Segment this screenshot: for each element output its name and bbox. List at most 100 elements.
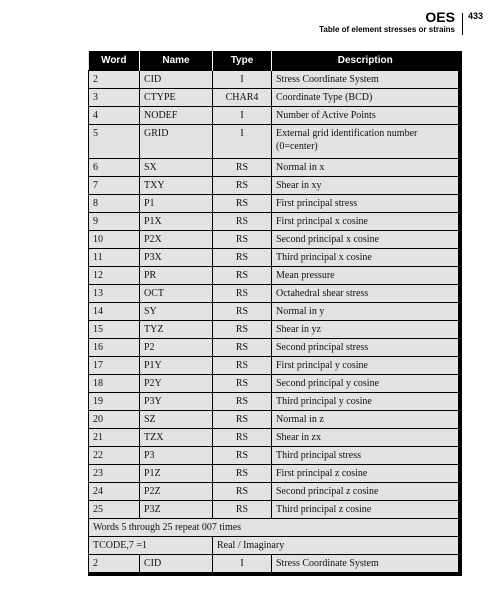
cell-word: 22 bbox=[88, 446, 140, 465]
cell-word: 17 bbox=[88, 356, 140, 375]
cell-description: Second principal x cosine bbox=[271, 230, 459, 249]
cell-word: 21 bbox=[88, 428, 140, 447]
cell-word: 3 bbox=[88, 88, 140, 107]
cell-type: I bbox=[212, 554, 272, 573]
cell-name: PR bbox=[139, 266, 213, 285]
cell-description: Mean pressure bbox=[271, 266, 459, 285]
cell-name: CID bbox=[139, 70, 213, 89]
cell-word: 8 bbox=[88, 194, 140, 213]
cell-description: Third principal z cosine bbox=[271, 500, 459, 519]
cell-word: 9 bbox=[88, 212, 140, 231]
cell-type: RS bbox=[212, 320, 272, 339]
table-row: 18 P2Y RS Second principal y cosine bbox=[88, 374, 459, 393]
column-header-name: Name bbox=[139, 51, 213, 71]
table-row: 16 P2 RS Second principal stress bbox=[88, 338, 459, 357]
cell-type: RS bbox=[212, 374, 272, 393]
table-header-row: Word Name Type Description bbox=[88, 51, 459, 71]
cell-word: 7 bbox=[88, 176, 140, 195]
cell-name: P2Z bbox=[139, 482, 213, 501]
cell-type: RS bbox=[212, 410, 272, 429]
table-row: 7 TXY RS Shear in xy bbox=[88, 176, 459, 195]
cell-description: Third principal stress bbox=[271, 446, 459, 465]
table-row: 12 PR RS Mean pressure bbox=[88, 266, 459, 285]
cell-word: 5 bbox=[88, 124, 140, 159]
table-row: 10 P2X RS Second principal x cosine bbox=[88, 230, 459, 249]
cell-name: P3Z bbox=[139, 500, 213, 519]
cell-word: 23 bbox=[88, 464, 140, 483]
tcode-value: Real / Imaginary bbox=[212, 536, 459, 555]
cell-type: RS bbox=[212, 500, 272, 519]
cell-type: RS bbox=[212, 428, 272, 447]
cell-word: 14 bbox=[88, 302, 140, 321]
cell-name: P2Y bbox=[139, 374, 213, 393]
header-divider bbox=[462, 13, 463, 35]
table-row: 2 CID I Stress Coordinate System bbox=[88, 70, 459, 89]
cell-type: I bbox=[212, 106, 272, 125]
cell-description: First principal x cosine bbox=[271, 212, 459, 231]
cell-description: Third principal x cosine bbox=[271, 248, 459, 267]
cell-name: P3X bbox=[139, 248, 213, 267]
cell-type: CHAR4 bbox=[212, 88, 272, 107]
column-header-word: Word bbox=[88, 51, 140, 71]
cell-type: RS bbox=[212, 230, 272, 249]
cell-name: P1X bbox=[139, 212, 213, 231]
cell-type: RS bbox=[212, 356, 272, 375]
table-row: 20 SZ RS Normal in z bbox=[88, 410, 459, 429]
cell-type: RS bbox=[212, 392, 272, 411]
table-row: 8 P1 RS First principal stress bbox=[88, 194, 459, 213]
cell-name: P1Y bbox=[139, 356, 213, 375]
repeat-note: Words 5 through 25 repeat 007 times bbox=[88, 518, 459, 537]
table-row: 17 P1Y RS First principal y cosine bbox=[88, 356, 459, 375]
table-row: 6 SX RS Normal in x bbox=[88, 158, 459, 177]
cell-name: CID bbox=[139, 554, 213, 573]
cell-name: SZ bbox=[139, 410, 213, 429]
cell-type: RS bbox=[212, 248, 272, 267]
cell-type: RS bbox=[212, 266, 272, 285]
cell-description: First principal y cosine bbox=[271, 356, 459, 375]
data-block-table: Word Name Type Description 2 CID I Stress C… bbox=[88, 51, 462, 576]
cell-description: First principal stress bbox=[271, 194, 459, 213]
cell-type: RS bbox=[212, 446, 272, 465]
cell-description: Number of Active Points bbox=[271, 106, 459, 125]
cell-description: Normal in y bbox=[271, 302, 459, 321]
table-row: 14 SY RS Normal in y bbox=[88, 302, 459, 321]
page-header: OES Table of element stresses or strains… bbox=[0, 0, 500, 40]
page-number: 433 bbox=[468, 11, 484, 21]
repeat-note-row: Words 5 through 25 repeat 007 times bbox=[88, 518, 459, 537]
cell-type: RS bbox=[212, 212, 272, 231]
tcode-label: TCODE,7 =1 bbox=[88, 536, 213, 555]
cell-type: I bbox=[212, 70, 272, 89]
cell-type: I bbox=[212, 124, 272, 159]
cell-description: Second principal y cosine bbox=[271, 374, 459, 393]
cell-name: P3Y bbox=[139, 392, 213, 411]
table-row: 4 NODEF I Number of Active Points bbox=[88, 106, 459, 125]
cell-word: 12 bbox=[88, 266, 140, 285]
cell-description: Normal in z bbox=[271, 410, 459, 429]
cell-word: 13 bbox=[88, 284, 140, 303]
cell-word: 2 bbox=[88, 554, 140, 573]
cell-name: NODEF bbox=[139, 106, 213, 125]
cell-name: SY bbox=[139, 302, 213, 321]
cell-type: RS bbox=[212, 284, 272, 303]
cell-word: 20 bbox=[88, 410, 140, 429]
cell-description: External grid identification number (0=c… bbox=[271, 124, 459, 159]
table-row: 22 P3 RS Third principal stress bbox=[88, 446, 459, 465]
cell-type: RS bbox=[212, 176, 272, 195]
cell-name: TZX bbox=[139, 428, 213, 447]
cell-name: CTYPE bbox=[139, 88, 213, 107]
table-row: 21 TZX RS Shear in zx bbox=[88, 428, 459, 447]
cell-name: P3 bbox=[139, 446, 213, 465]
cell-word: 4 bbox=[88, 106, 140, 125]
section-subtitle: Table of element stresses or strains bbox=[319, 25, 455, 34]
cell-description: Shear in xy bbox=[271, 176, 459, 195]
cell-description: Coordinate Type (BCD) bbox=[271, 88, 459, 107]
cell-name: SX bbox=[139, 158, 213, 177]
table-row: 13 OCT RS Octahedral shear stress bbox=[88, 284, 459, 303]
table-row: 11 P3X RS Third principal x cosine bbox=[88, 248, 459, 267]
cell-name: P2 bbox=[139, 338, 213, 357]
cell-word: 10 bbox=[88, 230, 140, 249]
cell-word: 18 bbox=[88, 374, 140, 393]
table-row: 25 P3Z RS Third principal z cosine bbox=[88, 500, 459, 519]
table-row: 3 CTYPE CHAR4 Coordinate Type (BCD) bbox=[88, 88, 459, 107]
cell-word: 15 bbox=[88, 320, 140, 339]
